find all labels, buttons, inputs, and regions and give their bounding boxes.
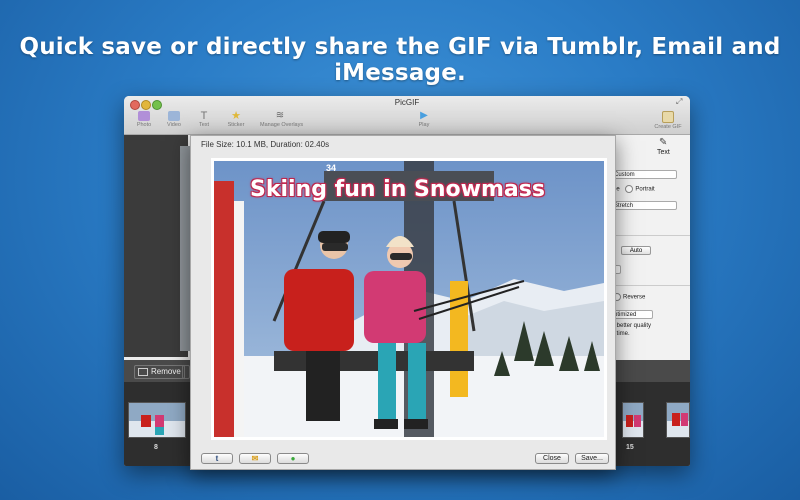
remove-button[interactable]: Remove <box>134 365 185 379</box>
toolbar-sticker[interactable]: ★ Sticker <box>216 110 256 129</box>
gif-caption: Skiing fun in Snowmass <box>250 177 545 202</box>
close-button[interactable]: Close <box>535 453 569 464</box>
ski-lift-photo <box>214 161 604 437</box>
portrait-radio[interactable] <box>625 185 634 193</box>
text-icon: T <box>200 110 208 122</box>
toolbar-manage-overlays[interactable]: ≋ Manage Overlays <box>260 110 304 129</box>
toolbar-create-gif[interactable]: Create GIF <box>648 111 688 130</box>
timeline-frame[interactable] <box>666 402 690 438</box>
gif-preview-sheet: File Size: 10.1 MB, Duration: 02.40s 34 … <box>190 135 616 470</box>
email-icon: ✉ <box>251 454 259 463</box>
text-tab-label: Text <box>657 149 670 156</box>
layers-icon: ≋ <box>275 110 285 121</box>
canvas-area <box>124 135 188 357</box>
save-button[interactable]: Save... <box>575 453 609 464</box>
quality-hint-1: r better quality <box>613 323 652 329</box>
file-info: File Size: 10.1 MB, Duration: 02.40s <box>201 140 330 149</box>
imessage-icon: ● <box>290 454 296 463</box>
gif-icon <box>662 111 674 123</box>
video-icon <box>168 111 180 121</box>
promo-headline: Quick save or directly share the GIF via… <box>19 34 781 86</box>
fill-select[interactable]: Stretch <box>611 201 677 210</box>
settings-panel: ✎ Text Custom pe Portrait Stretch Auto R… <box>611 135 690 360</box>
divider <box>613 235 690 236</box>
window-title: PicGIF <box>394 98 420 107</box>
frame-thumbnail <box>667 403 689 437</box>
auto-button[interactable]: Auto <box>621 246 651 255</box>
frame-number: 8 <box>154 444 158 451</box>
frame-thumbnail <box>129 403 185 437</box>
sticker-icon: ★ <box>231 110 241 122</box>
toolbar-play-label: Play <box>418 122 430 128</box>
timeline-frame[interactable] <box>128 402 186 438</box>
toolbar-manage-overlays-label: Manage Overlays <box>260 122 304 128</box>
tumblr-icon: t <box>215 454 219 463</box>
frame-option-button[interactable] <box>182 365 190 379</box>
share-imessage-button[interactable]: ● <box>277 453 309 464</box>
gif-preview-image: 34 Skiing fun in Snowmass <box>211 158 607 440</box>
toolbar-play[interactable]: ▶ Play <box>404 110 444 129</box>
timeline-frame[interactable] <box>622 402 644 438</box>
share-email-button[interactable]: ✉ <box>239 453 271 464</box>
text-tab-icon: ✎ <box>659 137 668 148</box>
portrait-label: Portrait <box>635 186 655 193</box>
share-tumblr-button[interactable]: t <box>201 453 233 464</box>
reverse-label: Reverse <box>623 294 646 301</box>
remove-label: Remove <box>151 367 181 376</box>
play-icon: ▶ <box>420 110 428 121</box>
orientation-options: pe Portrait <box>613 185 655 193</box>
photo-icon <box>138 111 150 121</box>
size-select[interactable]: Custom <box>611 170 677 179</box>
divider <box>613 285 690 286</box>
toolbar-sticker-label: Sticker <box>227 122 245 128</box>
chair-number: 34 <box>326 163 337 173</box>
image-icon <box>138 367 148 376</box>
toolbar-create-gif-label: Create GIF <box>654 124 682 130</box>
frame-thumbnail <box>623 403 643 437</box>
reverse-option[interactable]: Reverse <box>613 293 645 301</box>
fullscreen-icon[interactable]: ⤢ <box>676 98 684 106</box>
frame-number: 15 <box>626 444 634 451</box>
title-bar: PicGIF ⤢ Photo Video T Text ★ Sticker ≋ … <box>124 96 690 135</box>
quality-select[interactable]: ptimized <box>611 310 653 319</box>
